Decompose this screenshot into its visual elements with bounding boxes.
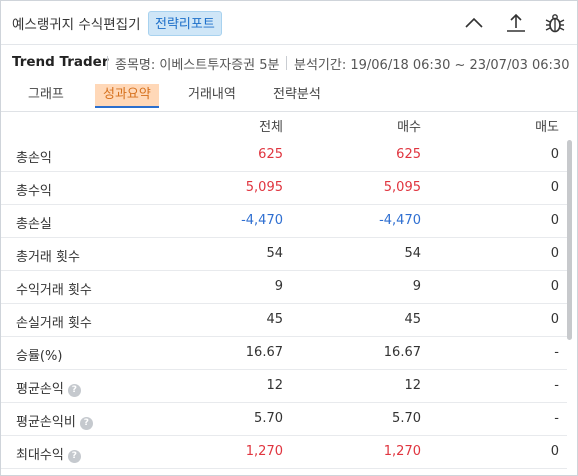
- row-label: 총손익: [16, 147, 52, 166]
- sell-value: 0: [550, 147, 559, 162]
- title-bar: 예스랭귀지 수식편집기 전략리포트: [1, 1, 577, 45]
- table-row[interactable]: 총거래 횟수 54 54 0: [1, 238, 567, 271]
- app-title: 예스랭귀지 수식편집기: [12, 17, 141, 33]
- total-value: 16.67: [245, 345, 283, 360]
- buy-value: 625: [396, 147, 421, 162]
- total-value: 625: [258, 147, 283, 162]
- help-question-icon[interactable]: ?: [67, 384, 81, 397]
- info-divider: [286, 56, 287, 70]
- strategy-report-window: 예스랭귀지 수식편집기 전략리포트 Trend Trader 종목명: 이베스트…: [0, 0, 578, 476]
- buy-value: -4,470: [379, 213, 421, 228]
- vertical-scrollbar[interactable]: [567, 140, 572, 340]
- column-header-buy: 매수: [397, 120, 421, 135]
- row-label: 승률(%): [16, 345, 62, 364]
- sell-value: -: [554, 411, 559, 426]
- row-label: 최대수익?: [16, 444, 81, 463]
- sell-value: -: [554, 345, 559, 360]
- table-row[interactable]: 손실거래 횟수 45 45 0: [1, 304, 567, 337]
- strategy-report-badge[interactable]: 전략리포트: [148, 11, 222, 36]
- row-label: 평균손익?: [16, 378, 81, 397]
- row-label: 총수익: [16, 180, 52, 199]
- total-value: 5.70: [254, 411, 283, 426]
- table-row[interactable]: 평균손익비? 5.70 5.70 -: [1, 403, 567, 436]
- sell-value: 0: [550, 180, 559, 195]
- performance-summary-table: 전체 매수 매도 총손익 625 625 0 총수익 5,095 5,095 0 총손실 -4,4…: [1, 112, 577, 475]
- tab-performance-summary[interactable]: 성과요약: [95, 84, 159, 108]
- row-label-text: 총손실: [16, 217, 52, 232]
- row-label: 총거래 횟수: [16, 246, 80, 265]
- info-divider: [107, 56, 108, 70]
- row-label-text: 최대수익: [16, 448, 64, 463]
- sell-value: 0: [550, 312, 559, 327]
- total-value: 12: [266, 378, 283, 393]
- strategy-name: Trend Trader: [12, 54, 109, 70]
- row-label: 수익거래 횟수: [16, 279, 92, 298]
- sell-value: 0: [550, 246, 559, 261]
- help-question-icon[interactable]: ?: [79, 417, 93, 430]
- buy-value: 9: [412, 279, 421, 294]
- table-row[interactable]: 최대수익? 1,270 1,270 0: [1, 436, 567, 469]
- buy-value: 45: [404, 312, 421, 327]
- row-label-text: 총손익: [16, 151, 52, 166]
- row-label-text: 평균손익: [16, 382, 64, 397]
- tab-trade-history[interactable]: 거래내역: [188, 84, 236, 108]
- row-label: 손실거래 횟수: [16, 312, 92, 331]
- row-label-text: 평균손익비: [16, 415, 76, 430]
- collapse-chevron-up-icon[interactable]: [462, 11, 486, 35]
- sell-value: 0: [550, 213, 559, 228]
- strategy-info-bar: Trend Trader 종목명: 이베스트투자증권 5분 분석기간: 19/0…: [1, 46, 577, 78]
- total-value: -4,470: [241, 213, 283, 228]
- export-upload-icon[interactable]: [504, 11, 528, 35]
- tab-strategy-analysis[interactable]: 전략분석: [273, 84, 321, 108]
- row-label-text: 총거래 횟수: [16, 250, 80, 265]
- sell-value: 0: [550, 279, 559, 294]
- buy-value: 16.67: [383, 345, 421, 360]
- tab-graph[interactable]: 그래프: [28, 84, 64, 108]
- table-row[interactable]: 총손실 -4,470 -4,470 0: [1, 205, 567, 238]
- total-value: 54: [266, 246, 283, 261]
- analysis-period-label: 분석기간: 19/06/18 06:30 ~ 23/07/03 06:30: [294, 58, 570, 73]
- buy-value: 12: [404, 378, 421, 393]
- buy-value: 54: [404, 246, 421, 261]
- row-label-text: 수익거래 횟수: [16, 283, 92, 298]
- symbol-label: 종목명: 이베스트투자증권 5분: [115, 58, 280, 73]
- row-label-text: 승률(%): [16, 349, 63, 364]
- sell-value: -: [554, 378, 559, 393]
- total-value: 5,095: [245, 180, 283, 195]
- row-label: 총손실: [16, 213, 52, 232]
- table-row[interactable]: 수익거래 횟수 9 9 0: [1, 271, 567, 304]
- buy-value: 5.70: [392, 411, 421, 426]
- table-row[interactable]: 평균손익? 12 12 -: [1, 370, 567, 403]
- table-row[interactable]: 총수익 5,095 5,095 0: [1, 172, 567, 205]
- total-value: 1,270: [245, 444, 283, 459]
- buy-value: 1,270: [383, 444, 421, 459]
- help-question-icon[interactable]: ?: [67, 450, 81, 463]
- row-label-text: 손실거래 횟수: [16, 316, 92, 331]
- row-label-text: 총수익: [16, 184, 52, 199]
- column-header-total: 전체: [259, 120, 283, 135]
- report-tabs: 그래프 성과요약 거래내역 전략분석: [1, 80, 577, 112]
- table-header: 전체 매수 매도: [1, 112, 577, 139]
- debug-bug-icon[interactable]: [543, 11, 567, 35]
- buy-value: 5,095: [383, 180, 421, 195]
- table-row[interactable]: 승률(%) 16.67 16.67 -: [1, 337, 567, 370]
- total-value: 9: [274, 279, 283, 294]
- table-row[interactable]: 총손익 625 625 0: [1, 139, 567, 172]
- row-label: 평균손익비?: [16, 411, 93, 430]
- total-value: 45: [266, 312, 283, 327]
- sell-value: 0: [550, 444, 559, 459]
- column-header-sell: 매도: [535, 120, 559, 135]
